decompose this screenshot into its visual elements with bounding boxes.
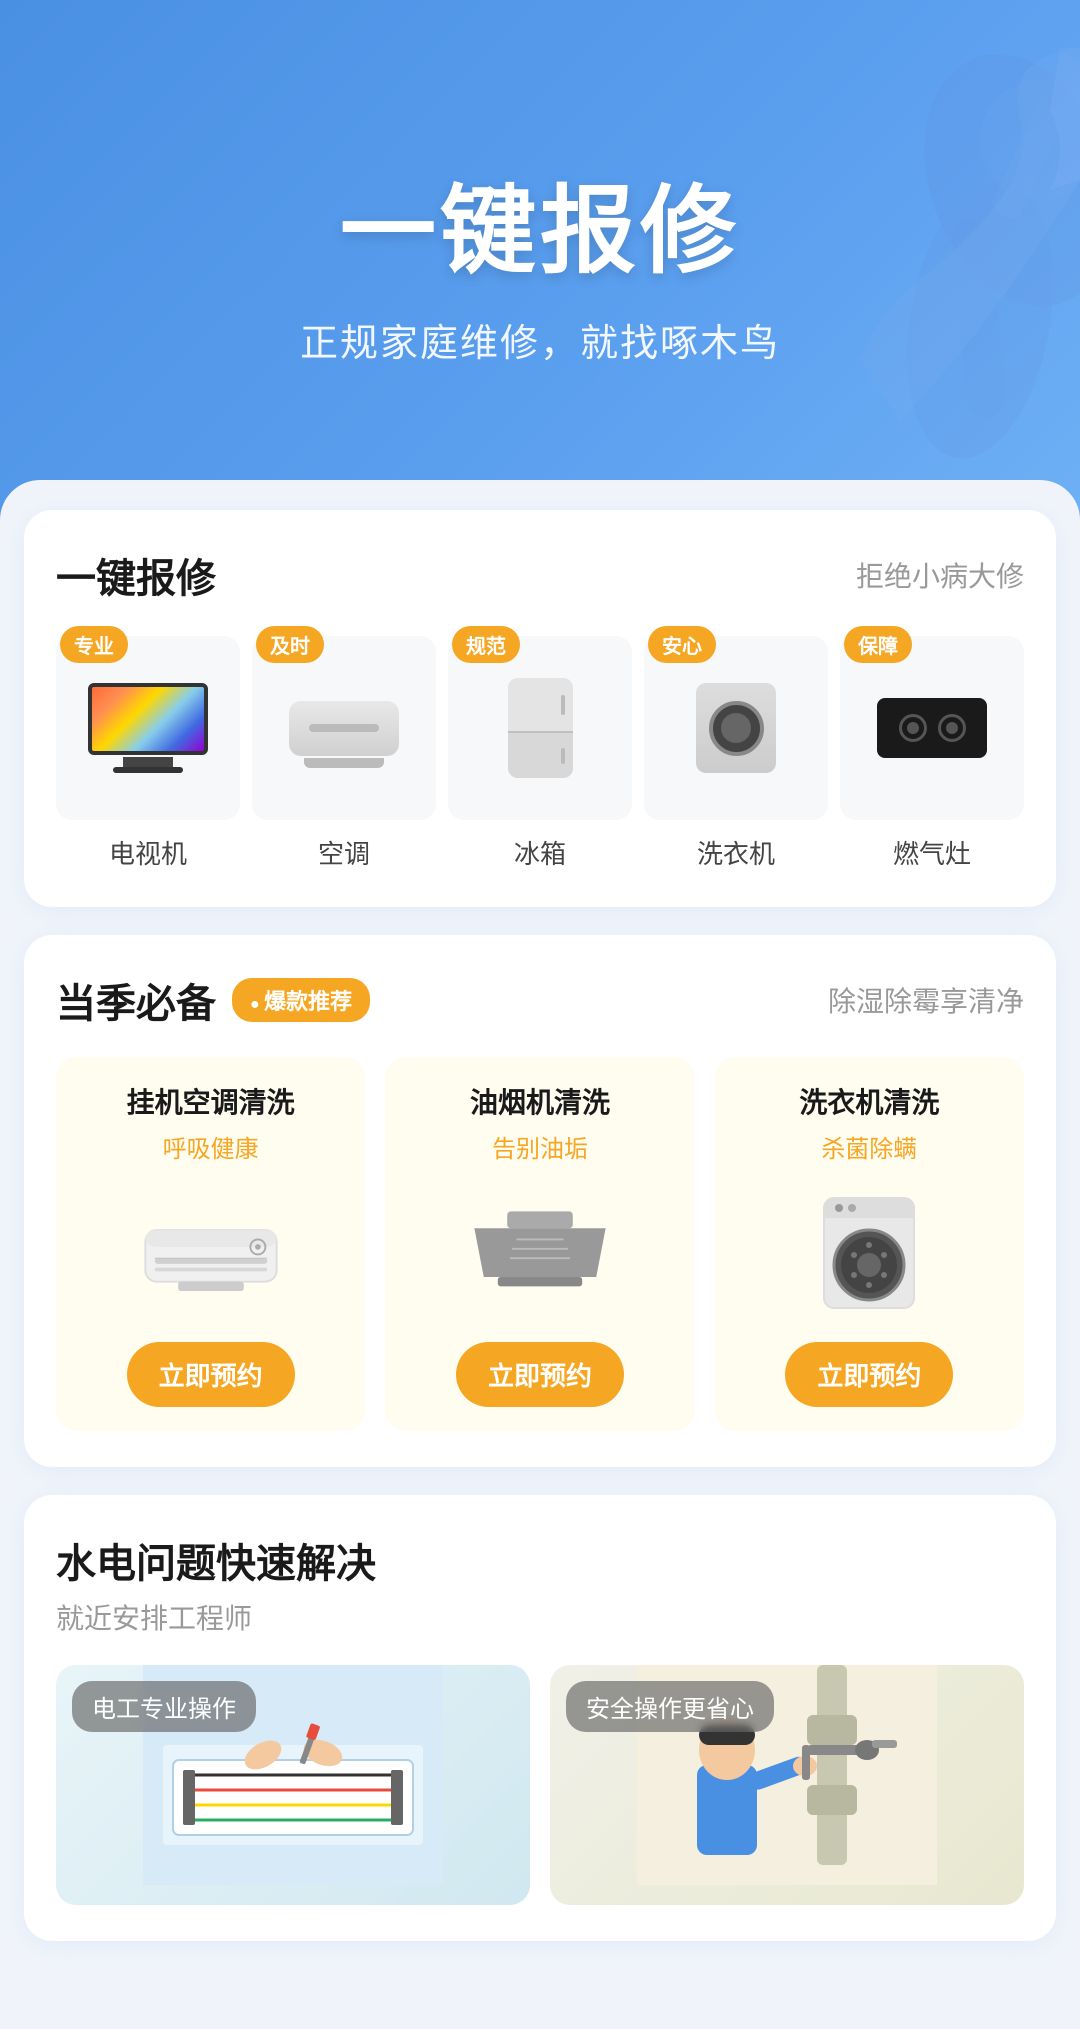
ac-label: 空调	[318, 834, 370, 871]
service-card-ac-clean[interactable]: 挂机空调清洗 呼吸健康	[56, 1057, 365, 1431]
ac-tag: 及时	[256, 626, 324, 663]
ac-clean-img	[131, 1188, 291, 1318]
washer-label: 洗衣机	[697, 834, 775, 871]
tv-icon	[88, 683, 208, 773]
hood-clean-book-btn[interactable]: 立即预约	[456, 1342, 624, 1407]
washer-img-wrap: 安心	[644, 636, 828, 820]
fridge-icon	[508, 678, 573, 778]
repair-card: 一键报修 拒绝小病大修 专业 电视机 及时	[24, 510, 1056, 907]
hood-clean-sub: 告别油垢	[492, 1129, 588, 1164]
washer-clean-book-btn[interactable]: 立即预约	[785, 1342, 953, 1407]
stove-icon	[877, 698, 987, 758]
washer-clean-img	[789, 1188, 949, 1318]
plumbing-card-elec[interactable]: 电工专业操作	[56, 1665, 530, 1905]
repair-title: 一键报修	[56, 546, 216, 604]
appliance-item-fridge[interactable]: 规范 冰箱	[448, 636, 632, 871]
fridge-img-wrap: 规范	[448, 636, 632, 820]
seasonal-section: 当季必备 爆款推荐 除湿除霉享清净 挂机空调清洗 呼吸健康	[24, 935, 1056, 1467]
hot-badge: 爆款推荐	[232, 978, 370, 1022]
plumbing-subtitle: 就近安排工程师	[56, 1597, 1024, 1637]
seasonal-link[interactable]: 除湿除霉享清净	[828, 980, 1024, 1020]
hero-title: 一键报修	[340, 153, 740, 292]
hero-section: 一键报修 正规家庭维修，就找啄木鸟	[0, 0, 1080, 520]
ac-img-wrap: 及时	[252, 636, 436, 820]
tv-label: 电视机	[109, 834, 187, 871]
stove-label: 燃气灶	[893, 834, 971, 871]
fridge-label: 冰箱	[514, 834, 566, 871]
washer-icon	[696, 683, 776, 773]
stove-tag: 保障	[844, 626, 912, 663]
seasonal-title: 当季必备	[56, 971, 216, 1029]
ac-icon	[289, 701, 399, 756]
tv-tag: 专业	[60, 626, 128, 663]
hood-clean-title: 油烟机清洗	[470, 1085, 610, 1121]
hero-subtitle: 正规家庭维修，就找啄木鸟	[300, 312, 780, 367]
fridge-tag: 规范	[452, 626, 520, 663]
ac-clean-title: 挂机空调清洗	[127, 1085, 295, 1121]
service-cards: 挂机空调清洗 呼吸健康	[56, 1057, 1024, 1431]
plumbing-section: 水电问题快速解决 就近安排工程师	[24, 1495, 1056, 1941]
washer-clean-title: 洗衣机清洗	[799, 1085, 939, 1121]
tv-img-wrap: 专业	[56, 636, 240, 820]
washer-clean-sub: 杀菌除螨	[821, 1129, 917, 1164]
plumbing-card-plumb[interactable]: 安全操作更省心	[550, 1665, 1024, 1905]
appliance-item-tv[interactable]: 专业 电视机	[56, 636, 240, 871]
main-content: 一键报修 拒绝小病大修 专业 电视机 及时	[0, 480, 1080, 2029]
washer-tag: 安心	[648, 626, 716, 663]
appliance-item-ac[interactable]: 及时 空调	[252, 636, 436, 871]
seasonal-header: 当季必备 爆款推荐 除湿除霉享清净	[56, 971, 1024, 1029]
appliance-item-stove[interactable]: 保障 燃气灶	[840, 636, 1024, 871]
plumbing-grid: 电工专业操作	[56, 1665, 1024, 1905]
stove-img-wrap: 保障	[840, 636, 1024, 820]
repair-header: 一键报修 拒绝小病大修	[56, 546, 1024, 604]
plumbing-title: 水电问题快速解决	[56, 1531, 1024, 1589]
elec-card-label: 电工专业操作	[72, 1681, 256, 1732]
ac-clean-book-btn[interactable]: 立即预约	[127, 1342, 295, 1407]
repair-link[interactable]: 拒绝小病大修	[856, 555, 1024, 595]
service-card-hood-clean[interactable]: 油烟机清洗 告别油垢 立即预约	[385, 1057, 694, 1431]
hood-clean-img	[460, 1188, 620, 1318]
ac-clean-sub: 呼吸健康	[163, 1129, 259, 1164]
appliance-grid: 专业 电视机 及时 空调	[56, 636, 1024, 871]
plumb-card-label: 安全操作更省心	[566, 1681, 774, 1732]
service-card-washer-clean[interactable]: 洗衣机清洗 杀菌除螨	[715, 1057, 1024, 1431]
hero-bg-icon	[700, 20, 1080, 500]
appliance-item-washer[interactable]: 安心 洗衣机	[644, 636, 828, 871]
seasonal-title-group: 当季必备 爆款推荐	[56, 971, 370, 1029]
